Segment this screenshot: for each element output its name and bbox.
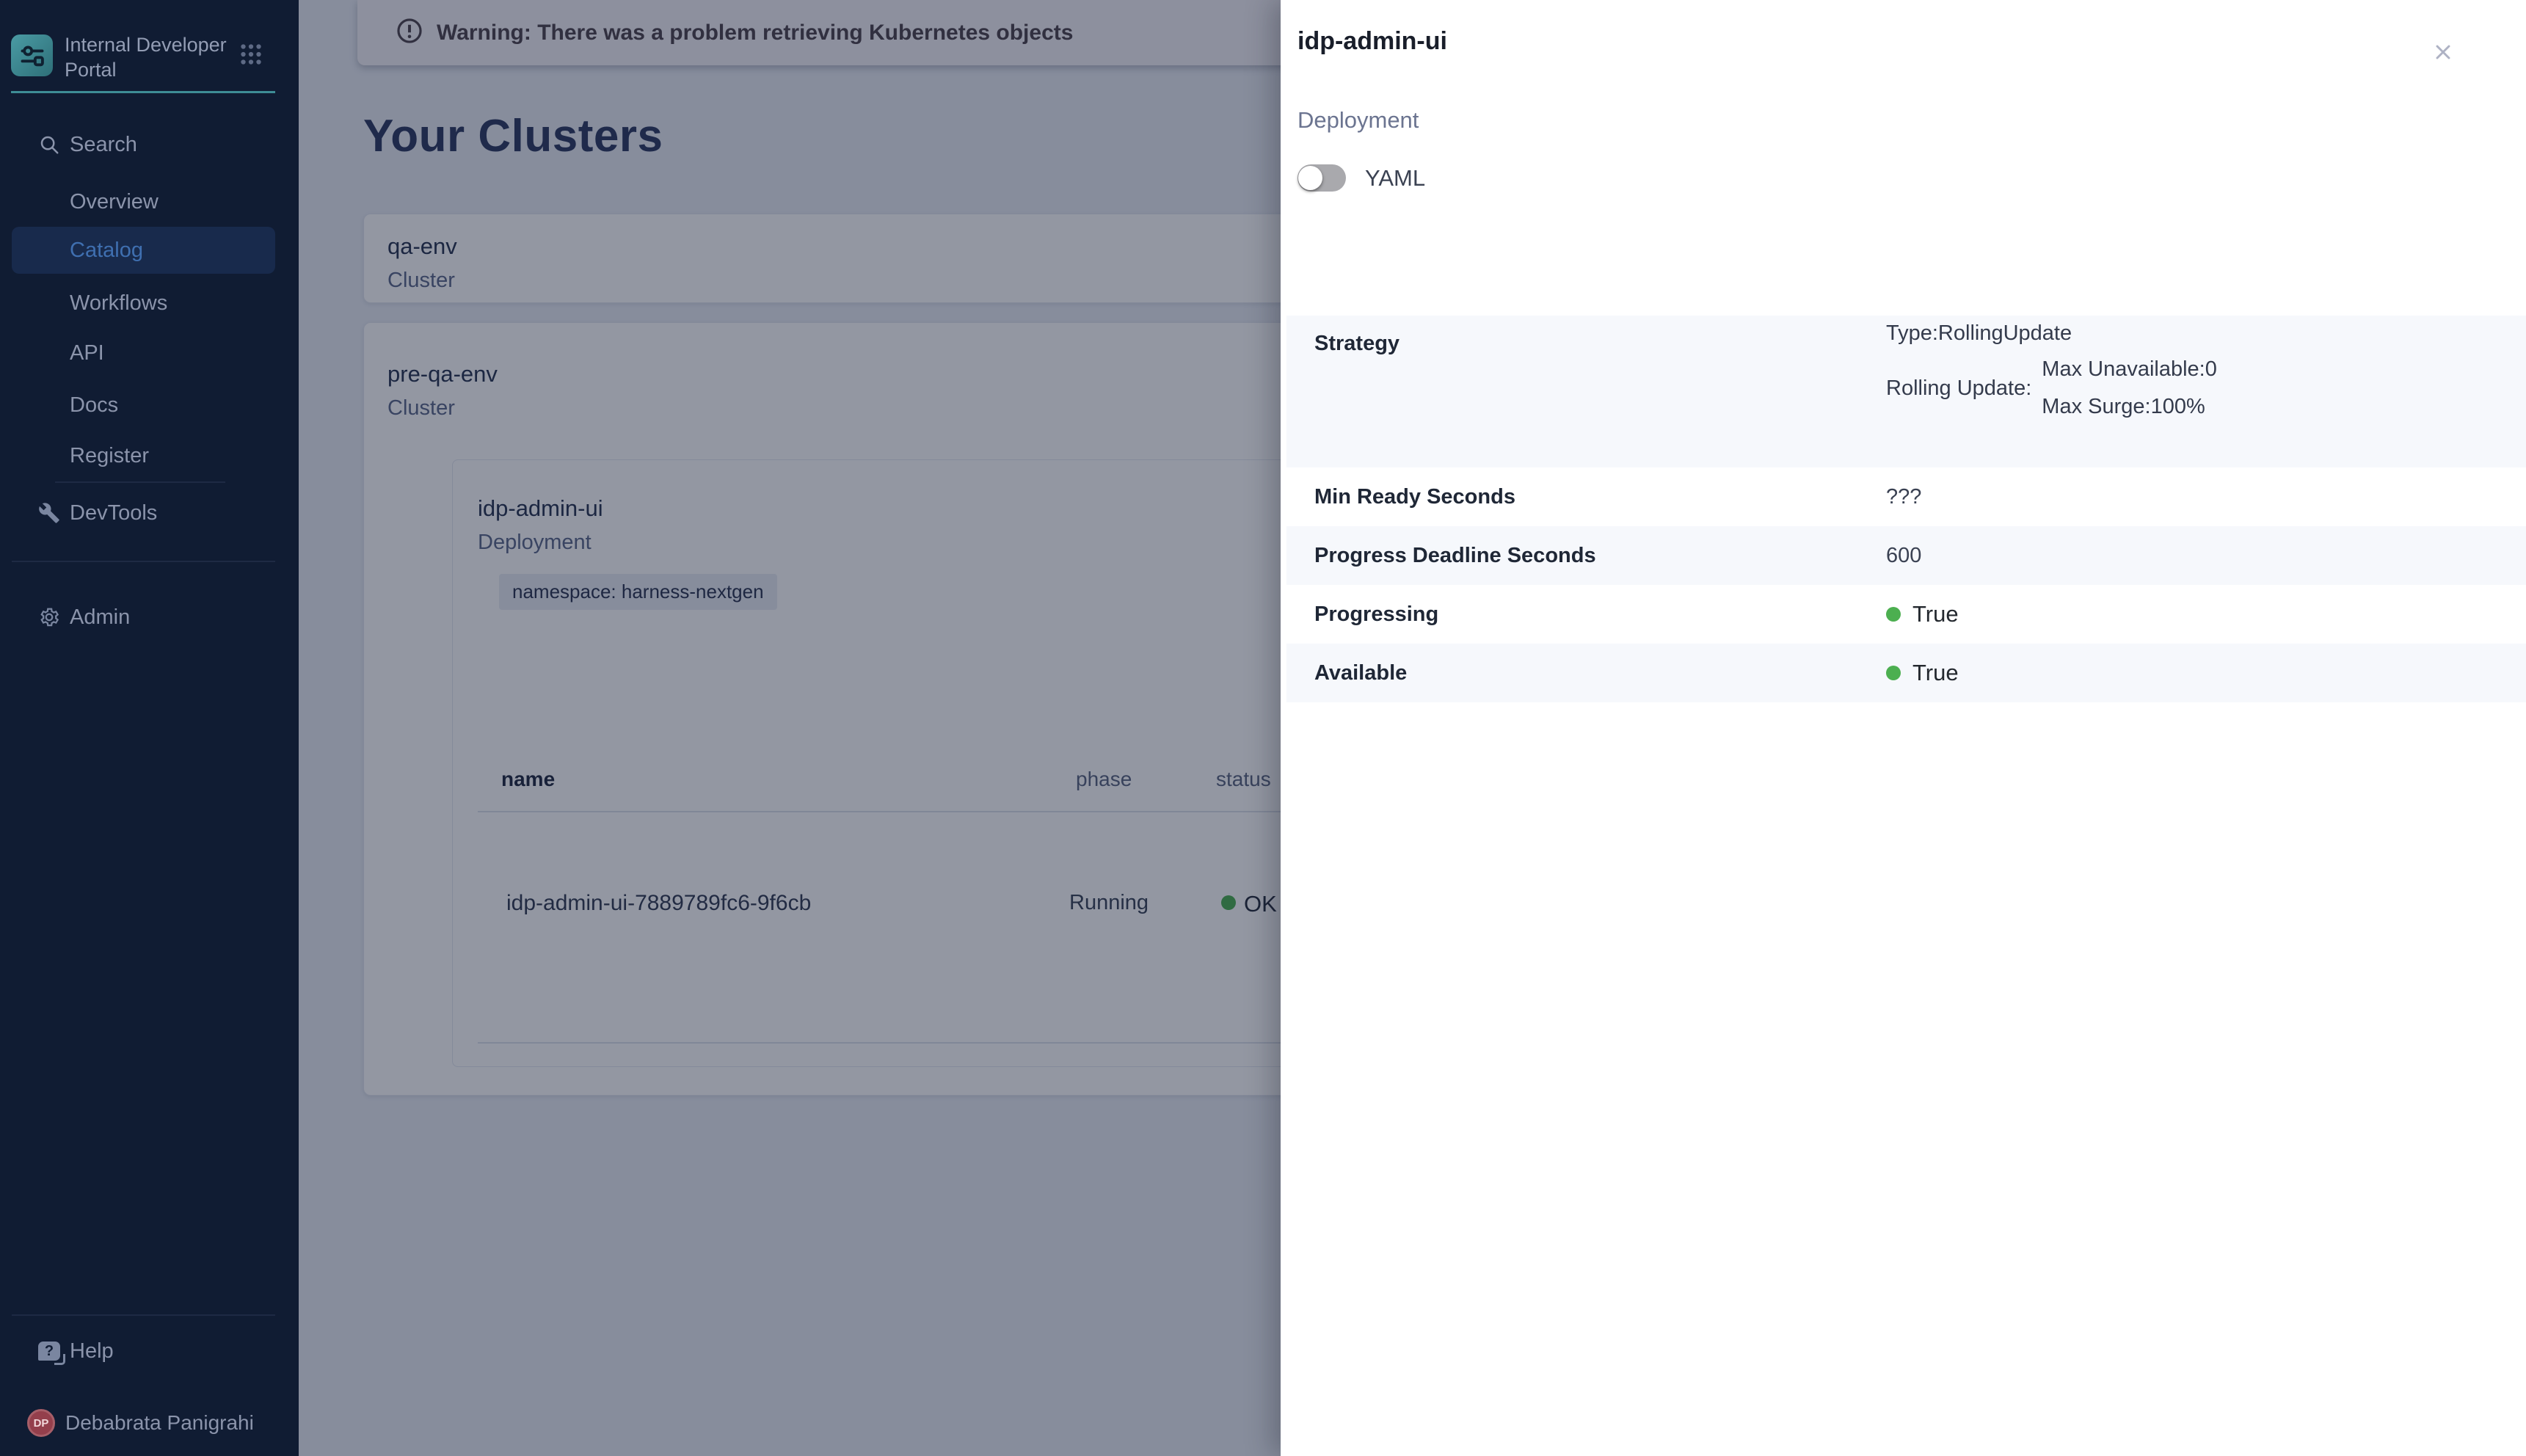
property-label: Progressing <box>1314 603 1886 627</box>
user-name: Debabrata Panigrahi <box>65 1411 254 1435</box>
sidebar-item-label: Register <box>70 444 149 468</box>
avatar: DP <box>27 1409 55 1437</box>
sidebar-item-devtools[interactable]: DevTools <box>0 492 299 534</box>
close-button[interactable] <box>2423 32 2464 73</box>
sidebar-accent-divider <box>11 91 275 93</box>
yaml-toggle-label: YAML <box>1365 165 1425 192</box>
yaml-toggle-switch[interactable] <box>1297 164 1346 192</box>
property-value: True <box>1886 601 2526 627</box>
sidebar-item-label: Search <box>70 133 137 157</box>
sidebar-item-label: Help <box>70 1339 114 1364</box>
sidebar-item-label: Docs <box>70 393 118 418</box>
app-title: Internal Developer Portal <box>65 32 227 82</box>
drawer-subtitle: Deployment <box>1297 107 1419 134</box>
strategy-type: Type:RollingUpdate <box>1886 321 2526 346</box>
property-row-progressing: Progressing True <box>1286 585 2526 644</box>
deployment-details-drawer: idp-admin-ui Deployment YAML Strategy Ty… <box>1281 0 2526 1456</box>
property-value: ??? <box>1886 485 2526 509</box>
sliders-logo-icon <box>16 40 48 72</box>
status-true-dot <box>1886 607 1901 622</box>
sidebar-item-workflows[interactable]: Workflows <box>0 283 299 324</box>
toggle-knob <box>1298 166 1322 190</box>
strategy-value: Type:RollingUpdate Rolling Update: Max U… <box>1886 316 2526 419</box>
property-value: True <box>1886 660 2526 686</box>
sidebar-item-label: API <box>70 341 104 365</box>
sidebar-item-label: Workflows <box>70 291 167 316</box>
sidebar-divider <box>12 1314 275 1316</box>
search-icon <box>37 134 62 156</box>
max-unavailable: Max Unavailable:0 <box>2042 357 2217 382</box>
sidebar-divider <box>55 481 225 483</box>
apps-grid-icon[interactable] <box>238 41 264 71</box>
status-true-dot <box>1886 666 1901 680</box>
sidebar-item-label: Overview <box>70 190 159 214</box>
sidebar-item-admin[interactable]: Admin <box>0 597 299 638</box>
sidebar-item-help[interactable]: ? Help <box>0 1331 299 1372</box>
property-label: Progress Deadline Seconds <box>1314 544 1886 568</box>
sidebar-item-user[interactable]: DP Debabrata Panigrahi <box>0 1402 299 1444</box>
deployment-properties-table: Strategy Type:RollingUpdate Rolling Upda… <box>1286 316 2526 702</box>
sidebar-item-label: Catalog <box>70 239 143 263</box>
app-logo[interactable] <box>11 34 53 76</box>
app-title-line2: Portal <box>65 57 227 82</box>
property-row-strategy: Strategy Type:RollingUpdate Rolling Upda… <box>1286 316 2526 467</box>
property-label: Min Ready Seconds <box>1314 485 1886 509</box>
property-label: Available <box>1314 661 1886 685</box>
sidebar-item-catalog[interactable]: Catalog <box>12 227 275 274</box>
rolling-update-label: Rolling Update: <box>1886 376 2031 401</box>
sidebar-item-api[interactable]: API <box>0 332 299 374</box>
property-row-progress-deadline-seconds: Progress Deadline Seconds 600 <box>1286 526 2526 585</box>
drawer-title: idp-admin-ui <box>1297 27 1447 56</box>
sidebar-item-register[interactable]: Register <box>0 435 299 476</box>
help-chat-icon: ? <box>37 1342 62 1361</box>
sidebar-item-label: Admin <box>70 605 130 630</box>
close-icon <box>2431 40 2455 66</box>
gear-icon <box>37 606 62 628</box>
app-title-line1: Internal Developer <box>65 32 227 57</box>
wrench-icon <box>37 502 62 524</box>
sidebar-item-overview[interactable]: Overview <box>0 181 299 222</box>
sidebar-item-docs[interactable]: Docs <box>0 385 299 426</box>
sidebar-item-search[interactable]: Search <box>0 124 299 165</box>
property-row-available: Available True <box>1286 644 2526 702</box>
yaml-toggle-row[interactable]: YAML <box>1297 164 1425 192</box>
property-label: Strategy <box>1314 316 1886 356</box>
property-row-min-ready-seconds: Min Ready Seconds ??? <box>1286 467 2526 526</box>
sidebar-item-label: DevTools <box>70 501 157 525</box>
property-value: 600 <box>1886 544 2526 568</box>
sidebar: Internal Developer Portal Search Overvie… <box>0 0 299 1456</box>
max-surge: Max Surge:100% <box>2042 395 2217 419</box>
sidebar-divider <box>12 561 275 562</box>
